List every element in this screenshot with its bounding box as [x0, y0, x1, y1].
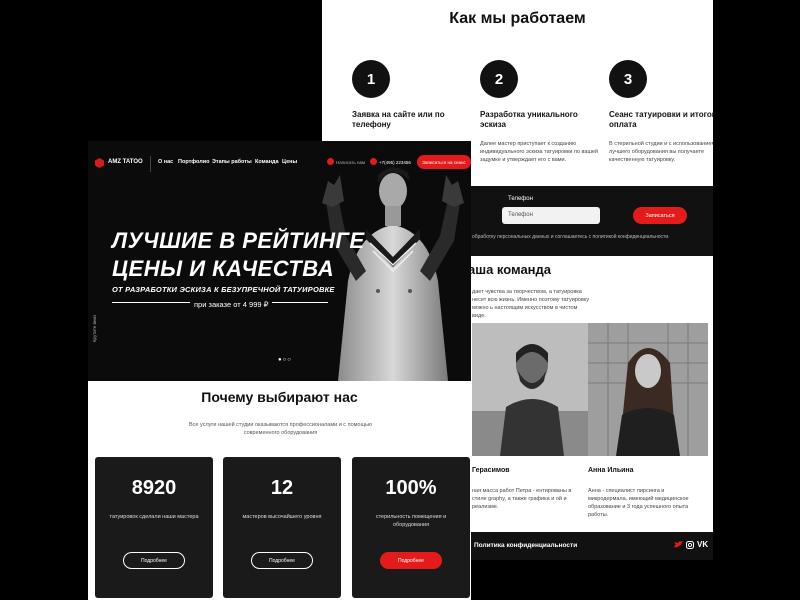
submit-button[interactable]: Записаться [633, 207, 687, 224]
nav-item-team[interactable]: Команда [255, 159, 279, 165]
team-title: аша команда [468, 262, 552, 277]
hero-price: при заказе от 4 999 ₽ [194, 300, 269, 309]
step-text: В стерильной студии и с использованием л… [609, 140, 713, 163]
hero-title: ЛУЧШИЕ В РЕЙТИНГЕ ЦЕНЫ И КАЧЕСТВА [112, 227, 365, 282]
member-photo [472, 323, 592, 456]
logo-icon [95, 158, 104, 168]
team-text: дает чувства за творчеством, а татуировк… [472, 289, 590, 319]
nav-item-portfolio[interactable]: Портфолио [178, 159, 210, 165]
front-page-mockup: AMZ TATOO О нас Портфолио Этапы работы К… [88, 141, 471, 600]
privacy-policy-link[interactable]: Политика конфиденциальности [474, 542, 577, 549]
member-name: Герасимов [472, 467, 510, 474]
nav-item-about[interactable]: О нас [158, 159, 173, 165]
slider-dots[interactable]: ●○○ [278, 357, 292, 363]
hero-rule-right [272, 302, 328, 303]
step-title: Сеанс татуировки и итоговая оплата [609, 110, 713, 130]
phone-input[interactable]: Телефон [502, 207, 600, 224]
woman-portrait-icon [588, 323, 708, 456]
stat-card: 8920 татуировок сделали наши мастера Под… [95, 457, 213, 598]
step-3: 3 Сеанс татуировки и итоговая оплата В с… [609, 60, 713, 165]
instagram-icon[interactable] [686, 541, 694, 551]
how-we-work-title: Как мы работаем [449, 10, 586, 27]
nav-divider [150, 156, 151, 172]
more-button[interactable]: Подробнее [123, 552, 185, 569]
nav-item-stages[interactable]: Этапы работы [212, 159, 252, 165]
phone-icon [370, 158, 377, 165]
member-text: Анна - специалист пирсинга и микродермал… [588, 488, 689, 518]
nav-item-prices[interactable]: Цены [282, 159, 297, 165]
step-number: 2 [480, 60, 518, 98]
step-number: 1 [352, 60, 390, 98]
stat-number: 100% [385, 477, 437, 499]
write-us-link[interactable]: Написать нам [336, 160, 365, 165]
phone-label: Телефон [508, 196, 533, 202]
hero-subtitle: ОТ РАЗРАБОТКИ ЭСКИЗА К БЕЗУПРЕЧНОЙ ТАТУИ… [112, 285, 335, 294]
step-2: 2 Разработка уникального эскиза Далее ма… [480, 60, 600, 165]
stat-text: мастеров высочайшего уровня [242, 514, 322, 520]
twitter-icon[interactable] [674, 541, 683, 551]
step-title: Разработка уникального эскиза [480, 110, 578, 130]
man-portrait-icon [472, 323, 592, 456]
more-button[interactable]: Подробнее [380, 552, 442, 569]
hero-title-line-2: ЦЕНЫ И КАЧЕСТВА [112, 255, 335, 281]
more-button[interactable]: Подробнее [251, 552, 313, 569]
hero-title-line-1: ЛУЧШИЕ В РЕЙТИНГЕ [112, 228, 365, 253]
consent-text: обработку персональных данных и соглашае… [472, 234, 670, 240]
stat-text: стерильность помещения и оборудования [375, 514, 447, 528]
hero-section: AMZ TATOO О нас Портфолио Этапы работы К… [88, 141, 471, 381]
member-name: Анна Ильина [588, 467, 634, 474]
step-title: Заявка на сайте или по телефону [352, 110, 445, 130]
signup-button[interactable]: Записаться на сеанс [417, 155, 471, 169]
stat-number: 12 [270, 477, 294, 499]
member-photo [588, 323, 708, 456]
why-us-title: Почему выбирают нас [201, 389, 358, 405]
message-icon [327, 158, 334, 165]
logo-text[interactable]: AMZ TATOO [108, 159, 143, 165]
step-1: 1 Заявка на сайте или по телефону [352, 60, 472, 131]
step-text: Далее мастер приступает к созданию индив… [480, 140, 599, 163]
stat-text: татуировок сделали наши мастера [109, 514, 199, 520]
member-text: ная масса работ Петра - ентированы в сти… [472, 488, 572, 510]
step-number: 3 [609, 60, 647, 98]
why-us-text: Все услуги нашей студии оказываются проф… [189, 422, 372, 436]
stat-number: 8920 [131, 477, 177, 499]
phone-number[interactable]: +7(495) 223456 [379, 160, 411, 165]
hero-rule-left [112, 302, 190, 303]
stat-card: 100% стерильность помещения и оборудован… [352, 457, 470, 598]
vk-icon[interactable]: VK [697, 540, 708, 549]
scroll-hint: Крутите вниз [92, 314, 98, 343]
stat-card: 12 мастеров высочайшего уровня Подробнее [223, 457, 341, 598]
